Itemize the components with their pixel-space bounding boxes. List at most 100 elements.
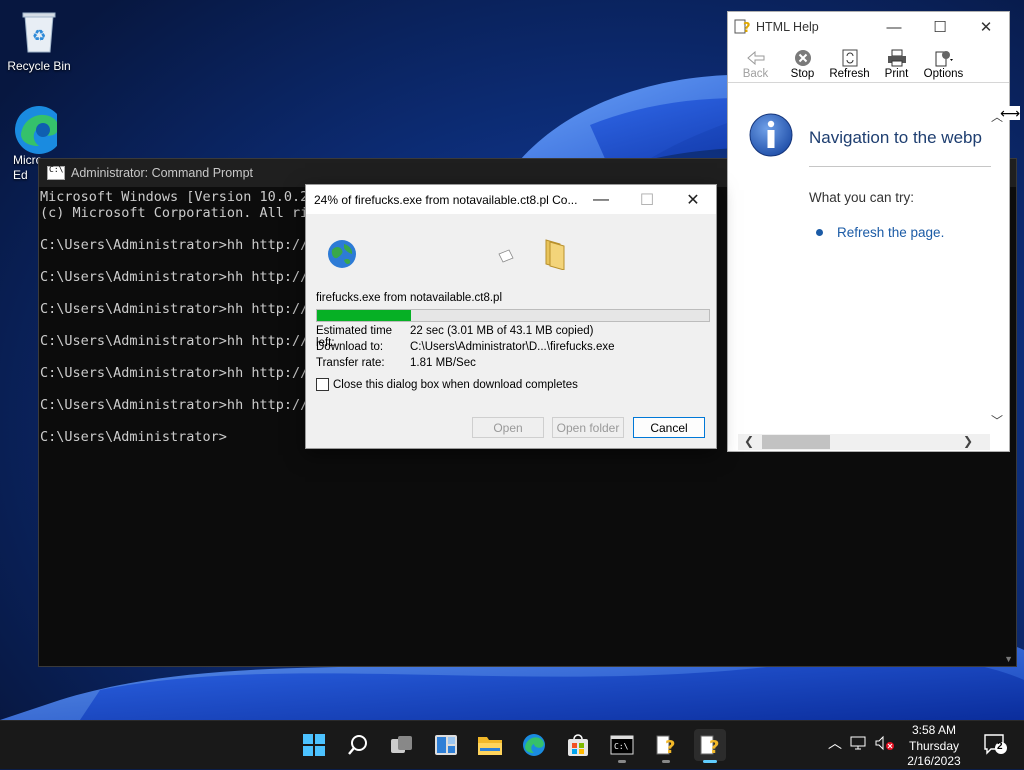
info-value: C:\Users\Administrator\D...\firefucks.ex… (410, 341, 615, 353)
chevron-left-icon[interactable]: ❮ (744, 434, 754, 448)
svg-text:C:\: C:\ (614, 742, 629, 751)
info-icon (749, 113, 793, 157)
close-button[interactable]: ✕ (670, 185, 716, 214)
volume-muted-icon[interactable] (874, 735, 896, 751)
running-indicator (662, 760, 670, 763)
checkbox-box[interactable] (316, 378, 329, 391)
maximize-button[interactable]: ☐ (917, 18, 963, 36)
clock-day: Thursday (908, 738, 960, 753)
folder-icon (478, 737, 502, 755)
download-dialog[interactable]: 24% of firefucks.exe from notavailable.c… (305, 184, 717, 449)
progress-fill (317, 310, 412, 321)
svg-text:?: ? (709, 737, 719, 757)
stop-button[interactable]: Stop (779, 48, 826, 82)
info-value: 22 sec (3.01 MB of 43.1 MB copied) (410, 325, 594, 337)
system-tray: ︿ (828, 733, 896, 753)
chevron-right-icon[interactable]: ❯ (963, 434, 973, 448)
task-view-button[interactable] (386, 729, 418, 761)
download-animation (306, 214, 716, 292)
help-title: HTML Help (756, 20, 819, 34)
minimize-button[interactable]: — (871, 19, 917, 36)
toolbar-label: Print (884, 68, 909, 80)
help-toolbar: Back Stop Refresh Print Options (728, 42, 1009, 83)
start-button[interactable] (298, 729, 330, 761)
download-titlebar[interactable]: 24% of firefucks.exe from notavailable.c… (306, 185, 716, 214)
back-button: Back (732, 48, 779, 82)
what-you-can-try: What you can try: (809, 190, 915, 205)
running-indicator (703, 760, 717, 763)
notification-center-button[interactable]: 2 (983, 733, 1007, 758)
clock-time: 3:58 AM (911, 723, 957, 737)
scrollbar-thumb[interactable] (762, 435, 830, 449)
toolbar-label: Stop (790, 68, 815, 80)
download-progress-bar (316, 309, 710, 322)
html-help-taskbar-button-2[interactable]: ? (694, 729, 726, 763)
edge-icon (523, 734, 545, 756)
help-heading: Navigation to the webp (809, 128, 982, 147)
refresh-button[interactable]: Refresh (826, 48, 873, 82)
options-button[interactable]: Options (920, 48, 967, 82)
refresh-icon (842, 48, 858, 68)
info-label: Transfer rate: (316, 357, 385, 369)
search-button[interactable] (342, 729, 374, 761)
help-app-icon: ? (734, 19, 750, 35)
download-info: Estimated time left: 22 sec (3.01 MB of 4… (316, 325, 615, 373)
notification-count: 2 (997, 741, 1003, 752)
help-icon: ? (656, 735, 675, 757)
notification-icon (984, 734, 1007, 755)
svg-text:?: ? (743, 21, 750, 35)
edge-taskbar-button[interactable] (518, 729, 550, 761)
search-icon (348, 735, 367, 755)
clock-date: 2/16/2023 (907, 754, 961, 768)
toolbar-label: Back (742, 68, 769, 80)
checkbox-label: Close this dialog box when download comp… (333, 378, 578, 391)
desktop-icon-label: Recycle Bin (7, 59, 71, 73)
refresh-link-text[interactable]: Refresh the page. (837, 225, 944, 240)
terminal-icon: C:\ (610, 735, 634, 755)
folder-icon (545, 239, 565, 270)
svg-text:?: ? (665, 737, 675, 757)
help-content[interactable]: Navigation to the webp What you can try:… (728, 84, 1009, 451)
info-label: Estimated time left: (316, 325, 393, 349)
options-icon (934, 48, 954, 68)
chevron-up-icon[interactable]: ︿ (828, 733, 842, 753)
chevron-down-icon[interactable]: ▼ (1004, 654, 1013, 664)
info-value: 1.81 MB/Sec (410, 357, 476, 369)
download-title: 24% of firefucks.exe from notavailable.c… (314, 192, 578, 207)
resize-cursor-icon: ⟷ (1000, 105, 1021, 121)
close-button[interactable]: ✕ (963, 18, 1009, 36)
cancel-button[interactable]: Cancel (633, 417, 705, 438)
print-button[interactable]: Print (873, 48, 920, 82)
minimize-button[interactable]: — (578, 185, 624, 214)
windows-logo-icon (303, 734, 325, 756)
cmd-taskbar-button[interactable]: C:\ (606, 729, 638, 763)
cmd-icon (47, 165, 65, 180)
edge-icon (15, 106, 57, 154)
horizontal-scrollbar[interactable]: ❮ ❯ (738, 434, 990, 450)
widgets-button[interactable] (430, 729, 462, 761)
recycle-bin-icon: ♻ (22, 12, 56, 53)
cmd-title: Administrator: Command Prompt (71, 166, 254, 180)
help-icon: ? (700, 735, 719, 757)
flying-paper-icon (498, 249, 514, 263)
refresh-page-link[interactable]: Refresh the page. (816, 225, 944, 240)
globe-icon (328, 240, 356, 268)
bullet-icon (816, 229, 823, 236)
maximize-button: ☐ (639, 191, 655, 209)
chevron-down-icon[interactable]: ﹀ (991, 412, 1003, 429)
svg-text:♻: ♻ (32, 26, 46, 45)
help-titlebar[interactable]: ? HTML Help — ☐ ✕ (728, 12, 1009, 42)
close-on-complete-checkbox[interactable]: Close this dialog box when download comp… (316, 378, 578, 391)
widgets-icon (435, 735, 457, 755)
taskbar-clock[interactable]: 3:58 AM Thursday 2/16/2023 (905, 723, 963, 770)
store-button[interactable] (562, 729, 594, 761)
html-help-taskbar-button-1[interactable]: ? (650, 729, 682, 763)
open-button: Open (472, 417, 544, 438)
task-view-icon (391, 736, 412, 753)
html-help-window[interactable]: ? HTML Help — ☐ ✕ Back Stop Refresh Prin… (727, 11, 1010, 452)
network-icon[interactable] (850, 735, 866, 751)
file-explorer-button[interactable] (474, 729, 506, 761)
desktop-icon-recycle-bin[interactable]: ♻ Recycle Bin (1, 8, 77, 73)
back-arrow-icon (746, 48, 765, 68)
divider (809, 166, 991, 167)
